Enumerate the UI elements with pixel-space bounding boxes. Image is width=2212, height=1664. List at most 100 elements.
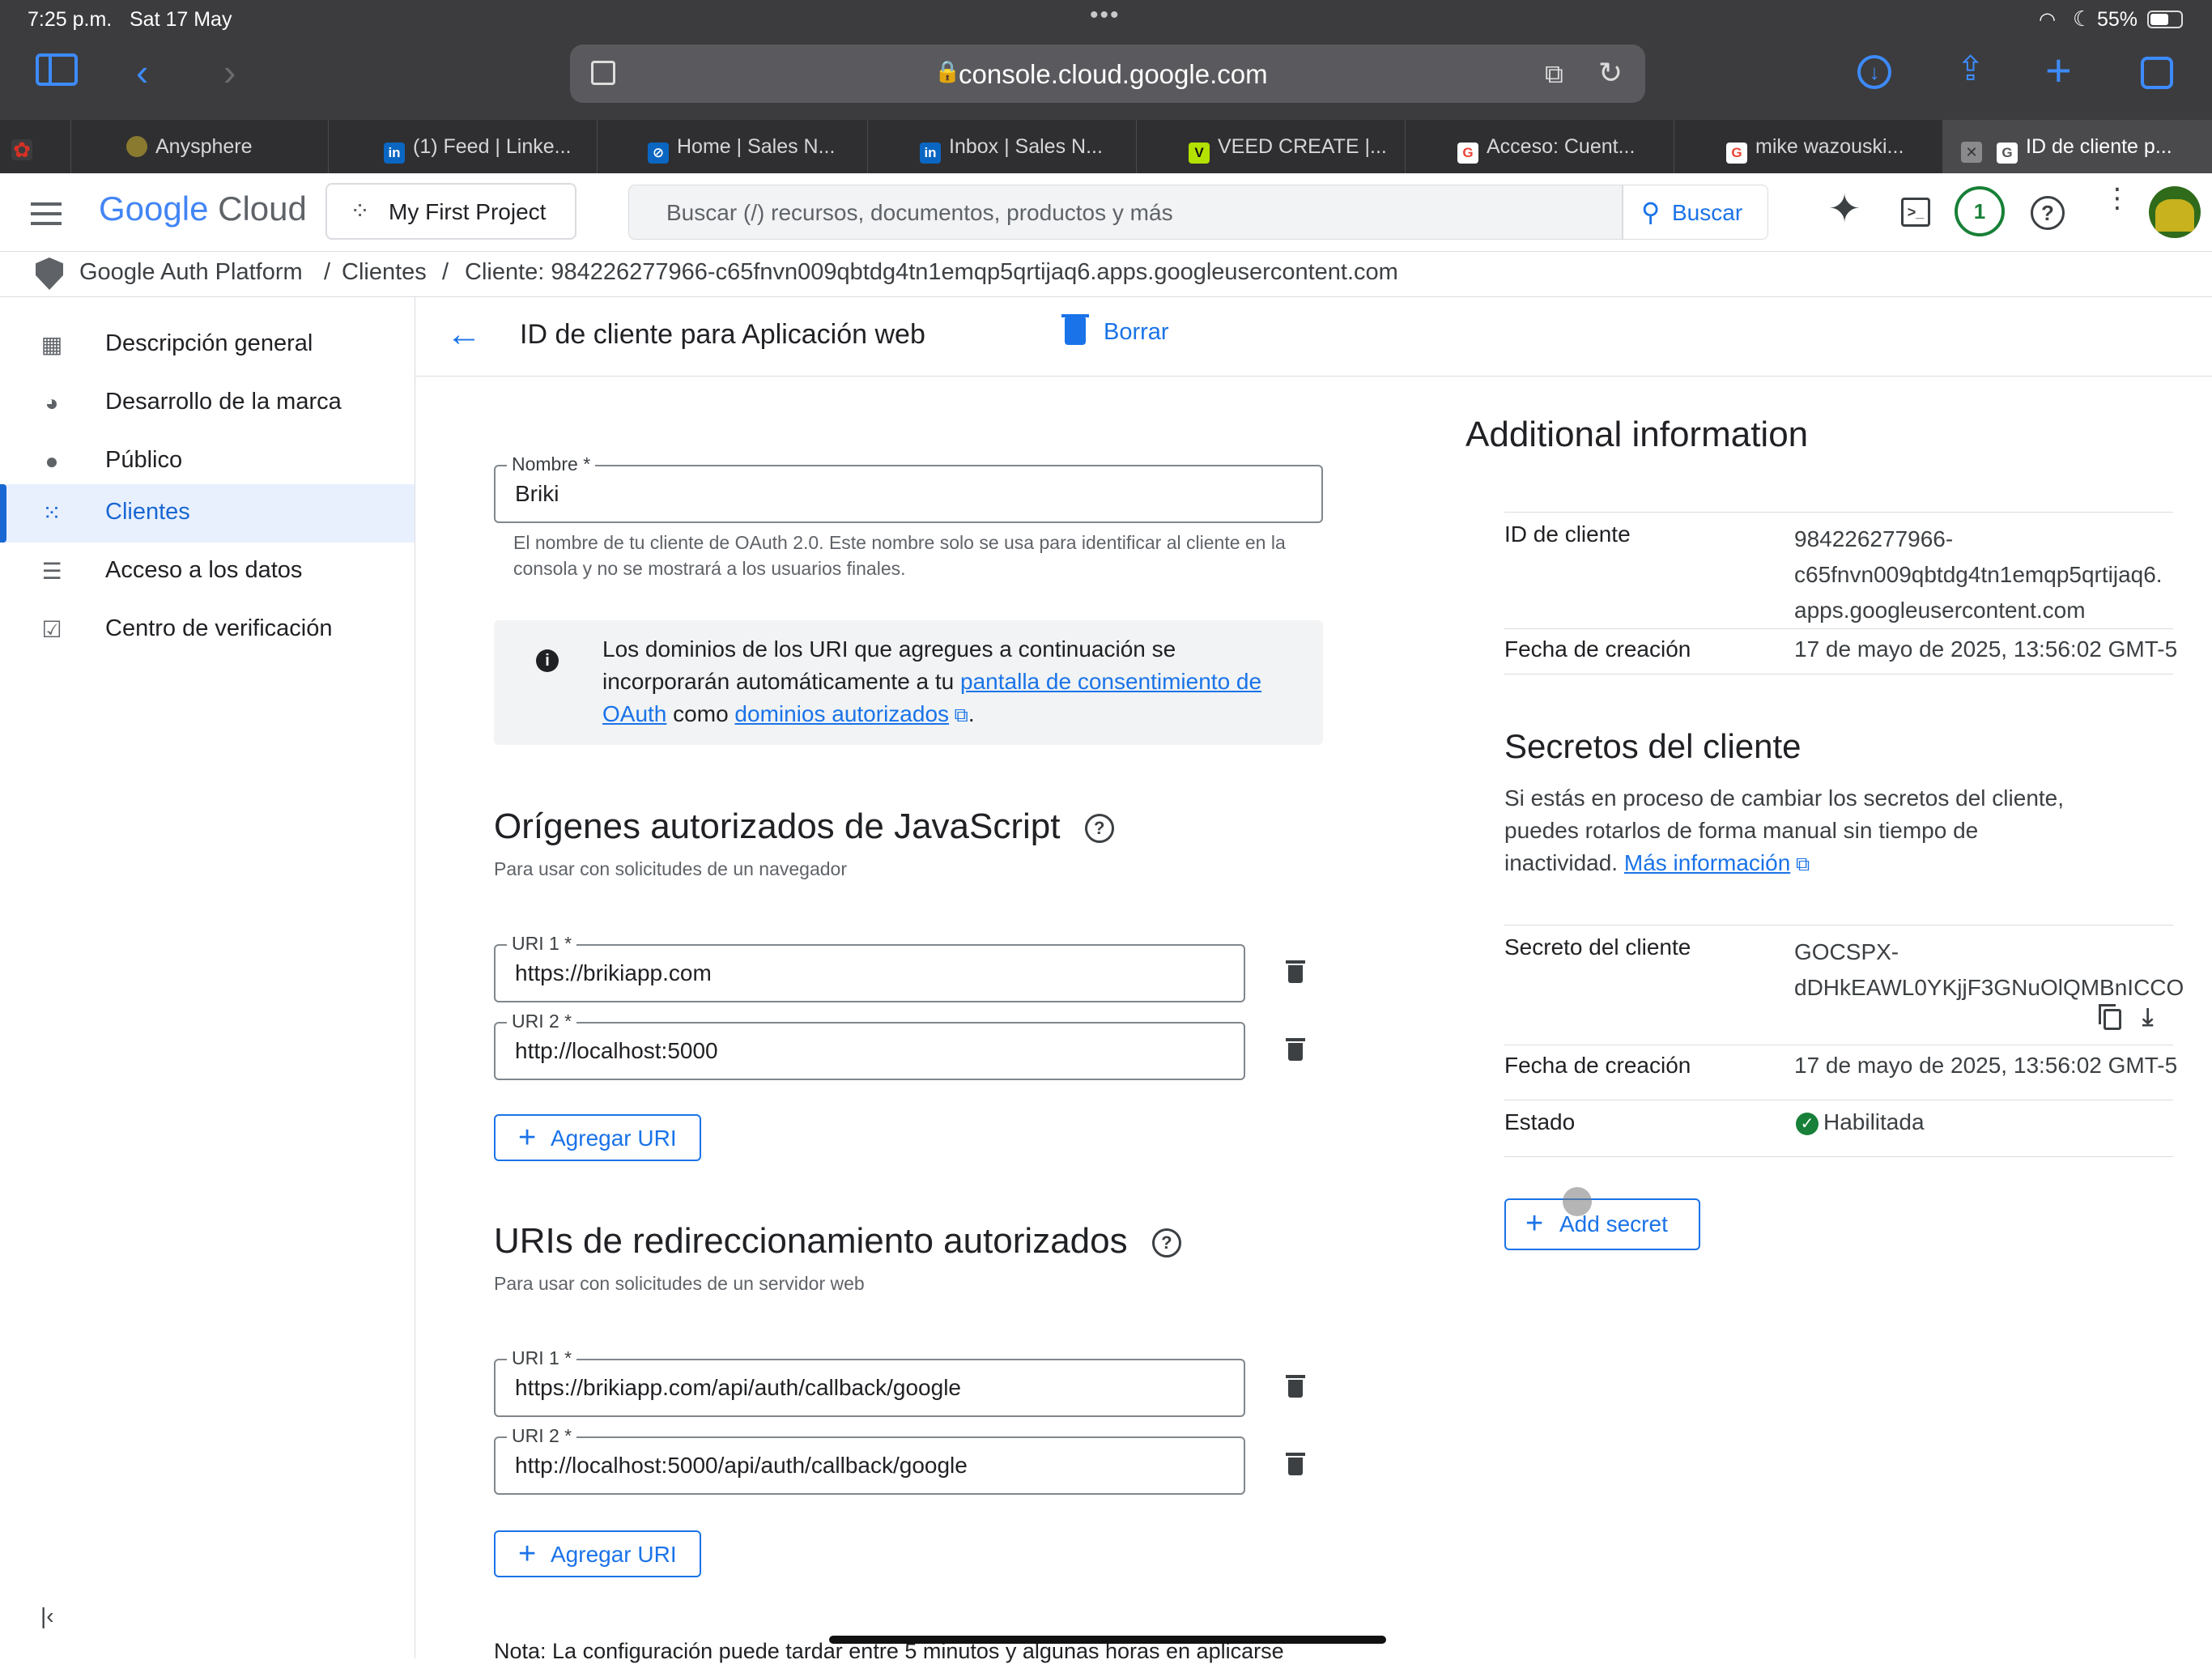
uri-label: URI 1 * — [507, 1347, 577, 1369]
name-field-label: Nombre * — [507, 453, 596, 475]
sidebar-item-branding[interactable]: ◕ Desarrollo de la marca — [0, 374, 415, 432]
js-origin-uri-1[interactable]: URI 1 * https://brikiapp.com — [494, 933, 1245, 1002]
home-indicator[interactable] — [829, 1636, 1386, 1644]
add-js-origin-button[interactable]: + Agregar URI — [494, 1114, 701, 1161]
battery-icon — [2147, 11, 2183, 28]
sidebar-item-overview[interactable]: ▦ Descripción general — [0, 316, 415, 374]
breadcrumb-auth-platform[interactable]: Google Auth Platform — [79, 259, 303, 286]
gcp-favicon-icon: G — [1997, 143, 2018, 164]
project-name: My First Project — [389, 199, 547, 224]
redirect-uris-title: URIs de redireccionamiento autorizados ? — [494, 1221, 1181, 1262]
back-icon[interactable]: ‹ — [136, 50, 148, 94]
js-origin-uri-2[interactable]: URI 2 * http://localhost:5000 — [494, 1011, 1245, 1080]
tab-overview-icon[interactable] — [2141, 57, 2173, 89]
breadcrumb-clients[interactable]: Clientes — [342, 259, 427, 286]
back-arrow-icon[interactable]: ← — [446, 314, 482, 355]
moon-icon: ☾ — [2073, 6, 2092, 31]
address-bar[interactable]: 🔒 console.cloud.google.com ⧉ ↻ — [570, 45, 1645, 103]
copy-icon[interactable] — [2099, 1004, 2121, 1030]
hamburger-menu-icon[interactable] — [31, 201, 62, 225]
uri-label: URI 1 * — [507, 933, 577, 955]
state-value: Habilitada — [1823, 1109, 1925, 1134]
tab-anysphere[interactable]: Anysphere — [71, 120, 329, 173]
uri-value[interactable]: https://brikiapp.com/api/auth/callback/g… — [515, 1375, 961, 1401]
breadcrumb-current-client: Cliente: 984226277966-c65fnvn009qbtdg4tn… — [465, 259, 1398, 285]
page-title: ID de cliente para Aplicación web — [520, 319, 925, 350]
add-secret-button[interactable]: + Add secret — [1504, 1198, 1700, 1250]
uri-value[interactable]: http://localhost:5000/api/auth/callback/… — [515, 1453, 968, 1479]
add-redirect-uri-button[interactable]: + Agregar URI — [494, 1530, 701, 1577]
google-cloud-logo[interactable]: Google Cloud — [99, 189, 307, 228]
search-button[interactable]: ⚲ Buscar — [1623, 185, 1768, 240]
tab-google-search[interactable]: Gmike wazouski... — [1674, 120, 1943, 173]
verified-check-icon: ☑ — [41, 617, 62, 642]
download-icon[interactable]: ⤓ — [2142, 1004, 2153, 1032]
notifications-badge[interactable]: 1 — [1955, 186, 2005, 236]
status-date: Sat 17 May — [130, 8, 232, 31]
name-field-value[interactable]: Briki — [515, 481, 559, 507]
trash-icon[interactable] — [1286, 1038, 1305, 1061]
compass-favicon-icon: ⊘ — [648, 143, 669, 164]
tab-sales-home[interactable]: ⊘ Home | Sales N... — [598, 120, 868, 173]
trash-icon[interactable] — [1286, 1375, 1305, 1398]
tab-pinned[interactable]: ✿ — [0, 120, 71, 173]
tab-linkedin-feed[interactable]: in (1) Feed | Linke... — [329, 120, 598, 173]
sidebar-item-data-access[interactable]: ☰ Acceso a los datos — [0, 543, 415, 601]
trash-icon[interactable] — [1286, 1453, 1305, 1475]
plus-icon: + — [518, 1121, 537, 1155]
pinned-app-icon: ✿ — [11, 139, 32, 160]
battery-percent: 55% — [2097, 8, 2138, 31]
forward-icon[interactable]: › — [223, 50, 236, 94]
sidebar-item-audience[interactable]: ● Público — [0, 432, 415, 491]
project-picker-button[interactable]: ⁘ My First Project — [325, 183, 576, 240]
multitask-dots-icon[interactable]: ••• — [1090, 2, 1121, 29]
collapse-sidebar-icon[interactable]: |‹ — [40, 1603, 54, 1629]
linkedin-favicon-icon: in — [920, 143, 941, 164]
tab-google-account[interactable]: G Acceso: Cuent... — [1406, 120, 1674, 173]
add-uri-label: Agregar URI — [551, 1542, 677, 1567]
tab-sales-inbox[interactable]: in Inbox | Sales N... — [868, 120, 1137, 173]
extension-icon[interactable]: ⧉ — [1545, 59, 1563, 90]
google-favicon-icon: G — [1726, 143, 1747, 164]
trash-icon[interactable] — [1286, 960, 1305, 983]
gemini-sparkle-icon[interactable]: ✦ — [1828, 186, 1861, 232]
tab-active-client-id[interactable]: ✕ G ID de cliente p... — [1943, 120, 2212, 173]
cloud-shell-icon[interactable]: >_ — [1901, 198, 1930, 227]
authorized-domains-link[interactable]: dominios autorizados — [734, 701, 949, 726]
sidebar-item-label: Desarrollo de la marca — [105, 389, 342, 415]
redirect-uri-2[interactable]: URI 2 * http://localhost:5000/api/auth/c… — [494, 1425, 1245, 1495]
name-field[interactable]: Nombre * Briki — [494, 453, 1323, 523]
url-text: console.cloud.google.com — [959, 59, 1268, 89]
help-icon[interactable]: ? — [2031, 196, 2065, 230]
data-settings-icon: ☰ — [41, 559, 62, 584]
redirect-uri-1[interactable]: URI 1 * https://brikiapp.com/api/auth/ca… — [494, 1347, 1245, 1417]
sidebar-toggle-icon[interactable] — [36, 53, 78, 86]
search-input[interactable]: Buscar (/) recursos, documentos, product… — [628, 185, 1623, 240]
learn-more-link[interactable]: Más información — [1624, 850, 1790, 875]
share-icon[interactable]: ⇪ — [1956, 49, 1984, 88]
download-icon[interactable]: ↓ — [1857, 55, 1891, 89]
plus-icon: + — [1525, 1207, 1544, 1241]
new-tab-icon[interactable]: + — [2045, 44, 2072, 96]
uri-value[interactable]: http://localhost:5000 — [515, 1038, 718, 1064]
close-tab-icon[interactable]: ✕ — [1961, 142, 1982, 163]
page-menu-icon[interactable] — [591, 61, 615, 85]
sidebar-item-verification[interactable]: ☑ Centro de verificación — [0, 601, 415, 659]
help-icon[interactable]: ? — [1084, 814, 1114, 844]
touch-cursor — [1563, 1187, 1592, 1216]
wifi-icon: ◠ — [2039, 9, 2056, 31]
divider — [1504, 1156, 2173, 1157]
external-link-icon: ⧉ — [1790, 853, 1810, 875]
more-vert-icon[interactable]: ⋮ — [2104, 185, 2131, 212]
shield-icon — [36, 257, 63, 290]
uri-value[interactable]: https://brikiapp.com — [515, 960, 712, 986]
avatar[interactable] — [2149, 186, 2201, 238]
js-origins-title: Orígenes autorizados de JavaScript ? — [494, 806, 1114, 847]
sidebar-item-clients[interactable]: ⁙ Clientes — [0, 484, 415, 543]
tab-veed[interactable]: V VEED CREATE |... — [1137, 120, 1406, 173]
help-icon[interactable]: ? — [1151, 1228, 1181, 1258]
sidebar-item-label: Público — [105, 447, 183, 473]
breadcrumb-separator: / — [442, 259, 449, 285]
delete-label: Borrar — [1104, 319, 1169, 345]
reload-icon[interactable]: ↻ — [1598, 56, 1623, 90]
